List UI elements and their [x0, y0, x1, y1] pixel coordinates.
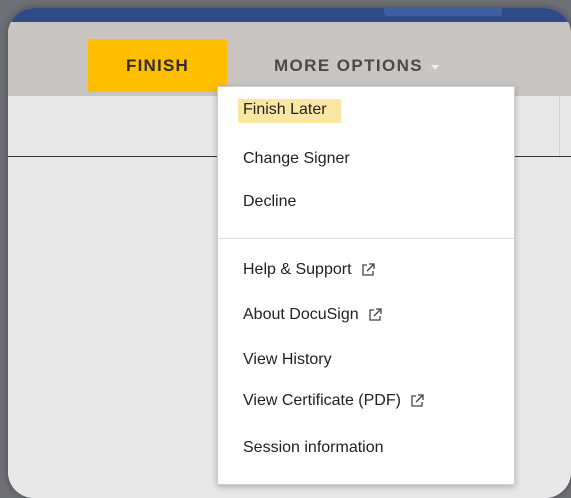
menu-item-about-docusign[interactable]: About DocuSign	[243, 306, 383, 324]
menu-item-view-history[interactable]: View History	[243, 351, 332, 369]
document-edge	[559, 96, 560, 156]
external-link-icon	[361, 263, 375, 276]
menu-item-change-signer[interactable]: Change Signer	[243, 150, 350, 168]
menu-item-label: View History	[243, 351, 332, 368]
menu-item-help-support[interactable]: Help & Support	[243, 261, 376, 279]
more-options-label: MORE OPTIONS	[274, 55, 424, 75]
top-tab[interactable]	[384, 8, 502, 16]
menu-item-label: Change Signer	[243, 150, 350, 167]
menu-item-view-certificate[interactable]: View Certificate (PDF)	[243, 392, 425, 410]
external-link-icon	[411, 394, 424, 407]
menu-item-label: Decline	[243, 193, 297, 210]
menu-item-label: Finish Later	[243, 101, 327, 118]
menu-item-label: About DocuSign	[243, 306, 359, 323]
signing-toolbar: FINISH MORE OPTIONS	[8, 22, 571, 96]
menu-item-label: View Certificate (PDF)	[243, 392, 401, 409]
menu-item-finish-later[interactable]: Finish Later	[238, 99, 341, 123]
finish-button[interactable]: FINISH	[88, 39, 227, 92]
menu-separator	[218, 238, 514, 239]
caret-down-icon	[431, 64, 440, 70]
menu-item-label: Help & Support	[243, 261, 352, 278]
external-link-icon	[368, 308, 382, 321]
menu-item-decline[interactable]: Decline	[243, 193, 296, 211]
app-window: FINISH MORE OPTIONS Finish Later Change …	[8, 8, 571, 498]
more-options-menu: Finish Later Change Signer Decline Help …	[217, 86, 515, 485]
menu-item-session-information[interactable]: Session information	[243, 439, 384, 457]
menu-item-label: Session information	[243, 439, 384, 456]
top-bar	[8, 8, 571, 22]
more-options-button[interactable]: MORE OPTIONS	[274, 39, 490, 92]
